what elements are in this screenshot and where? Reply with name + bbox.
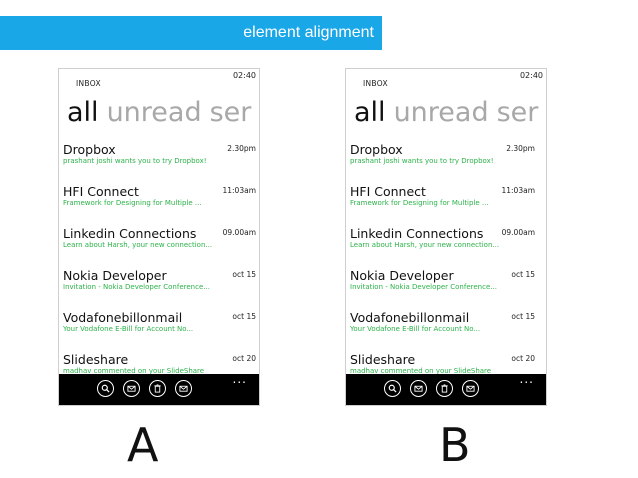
list-item[interactable]: Dropbox 2.30pm prashant joshi wants you … xyxy=(346,139,546,181)
mail-sender: HFI Connect xyxy=(63,184,139,199)
search-icon[interactable] xyxy=(384,380,401,397)
mail-preview: prashant joshi wants you to try Dropbox! xyxy=(350,157,494,165)
mail-time: oct 20 xyxy=(511,354,535,363)
mail-preview: Framework for Designing for Multiple ... xyxy=(350,199,489,207)
pivot-tab-all[interactable]: all xyxy=(67,97,99,128)
delete-icon[interactable] xyxy=(436,380,453,397)
pivot-tab-next[interactable]: ser xyxy=(497,97,539,128)
more-icon[interactable]: ... xyxy=(233,372,247,386)
mail-time: 11:03am xyxy=(222,186,256,195)
list-item[interactable]: Vodafonebillonmail oct 15 Your Vodafone … xyxy=(346,307,546,349)
list-item[interactable]: HFI Connect 11:03am Framework for Design… xyxy=(59,181,259,223)
mail-preview: Learn about Harsh, your new connection..… xyxy=(63,241,213,249)
mail-sender: Slideshare xyxy=(63,352,129,367)
phone-screen-b: 02:40 INBOX all unread ser Dropbox 2.30pm … xyxy=(345,68,547,406)
pivot-tab-unread[interactable]: unread xyxy=(107,97,202,128)
mail-sender: Slideshare xyxy=(350,352,416,367)
mail-time: oct 15 xyxy=(232,270,256,279)
list-item[interactable]: Linkedin Connections 09.00am Learn about… xyxy=(59,223,259,265)
more-icon[interactable]: ... xyxy=(520,372,534,386)
mail-sender: Vodafonebillonmail xyxy=(63,310,183,325)
mail-time: oct 15 xyxy=(511,270,535,279)
caption-b: B xyxy=(439,418,471,472)
app-title: INBOX xyxy=(363,79,388,88)
mail-icon[interactable] xyxy=(410,380,427,397)
mail-preview: Framework for Designing for Multiple ... xyxy=(63,199,202,207)
mail-preview: prashant joshi wants you to try Dropbox! xyxy=(63,157,207,165)
compose-icon[interactable] xyxy=(462,380,479,397)
search-icon[interactable] xyxy=(97,380,114,397)
list-item[interactable]: HFI Connect 11:03am Framework for Design… xyxy=(346,181,546,223)
mail-time: 09.00am xyxy=(222,228,256,237)
list-item[interactable]: Vodafonebillonmail oct 15 Your Vodafone … xyxy=(59,307,259,349)
title-banner: element alignment xyxy=(0,16,382,50)
pivot-tab-next[interactable]: ser xyxy=(210,97,252,128)
mail-preview: Your Vodafone E-Bill for Account No... xyxy=(63,325,194,333)
compose-icon[interactable] xyxy=(175,380,192,397)
list-item[interactable]: Linkedin Connections 09.00am Learn about… xyxy=(346,223,546,265)
banner-title: element alignment xyxy=(243,24,374,41)
mail-list: Dropbox 2.30pm prashant joshi wants you … xyxy=(346,139,546,391)
app-bar: ... xyxy=(59,372,259,405)
pivot-tab-unread[interactable]: unread xyxy=(394,97,489,128)
mail-sender: Linkedin Connections xyxy=(63,226,197,241)
mail-sender: HFI Connect xyxy=(350,184,426,199)
mail-time: 09.00am xyxy=(501,228,535,237)
status-clock: 02:40 xyxy=(519,71,543,80)
pivot-tab-all[interactable]: all xyxy=(354,97,386,128)
mail-sender: Linkedin Connections xyxy=(350,226,484,241)
delete-icon[interactable] xyxy=(149,380,166,397)
list-item[interactable]: Nokia Developer oct 15 Invitation - Noki… xyxy=(59,265,259,307)
mail-preview: Learn about Harsh, your new connection..… xyxy=(350,241,500,249)
caption-a: A xyxy=(127,418,159,472)
app-title: INBOX xyxy=(76,79,101,88)
mail-sender: Vodafonebillonmail xyxy=(350,310,470,325)
status-clock: 02:40 xyxy=(232,71,256,80)
mail-preview: Invitation - Nokia Developer Conference.… xyxy=(350,283,497,291)
list-item[interactable]: Dropbox 2.30pm prashant joshi wants you … xyxy=(59,139,259,181)
mail-icon[interactable] xyxy=(123,380,140,397)
pivot-header: all unread ser xyxy=(354,99,546,126)
mail-preview: Invitation - Nokia Developer Conference.… xyxy=(63,283,210,291)
list-item[interactable]: Nokia Developer oct 15 Invitation - Noki… xyxy=(346,265,546,307)
mail-time: 2.30pm xyxy=(506,144,535,153)
phone-screen-a: 02:40 INBOX all unread ser Dropbox 2.30pm … xyxy=(58,68,260,406)
mail-sender: Nokia Developer xyxy=(350,268,454,283)
app-bar: ... xyxy=(346,372,546,405)
mail-time: oct 15 xyxy=(511,312,535,321)
mail-list: Dropbox 2.30pm prashant joshi wants you … xyxy=(59,139,259,391)
mail-sender: Dropbox xyxy=(63,142,116,157)
mail-preview: Your Vodafone E-Bill for Account No... xyxy=(350,325,481,333)
mail-time: 11:03am xyxy=(501,186,535,195)
mail-time: oct 15 xyxy=(232,312,256,321)
pivot-header: all unread ser xyxy=(67,99,259,126)
mail-sender: Dropbox xyxy=(350,142,403,157)
mail-sender: Nokia Developer xyxy=(63,268,167,283)
mail-time: 2.30pm xyxy=(227,144,256,153)
mail-time: oct 20 xyxy=(232,354,256,363)
